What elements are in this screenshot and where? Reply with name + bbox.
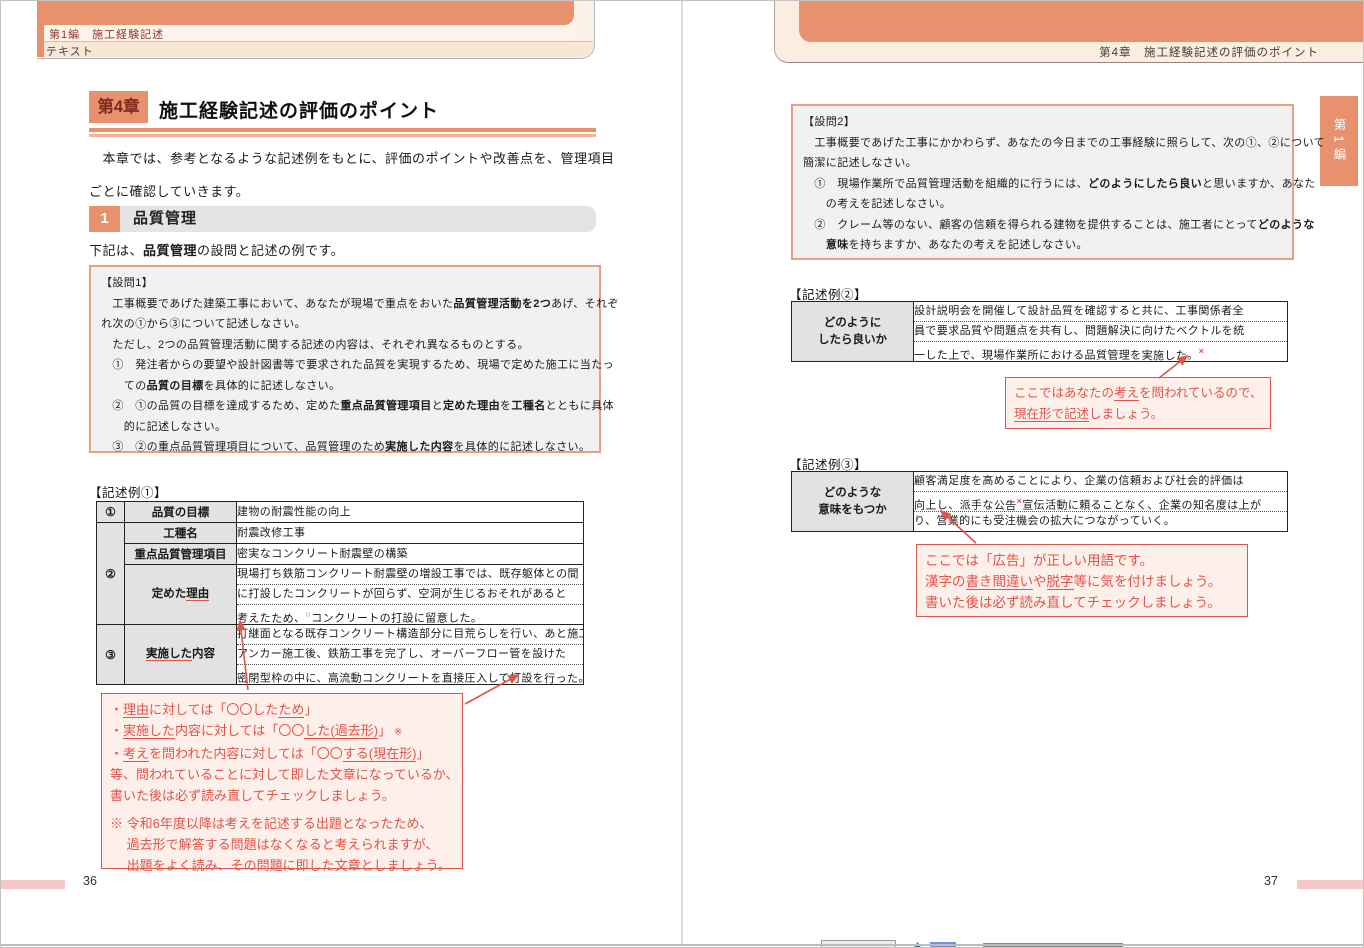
header-salmon-strip (37, 0, 44, 57)
page-gutter-divider (681, 1, 683, 945)
row-number: ③ (97, 625, 125, 685)
table-row: どのようにしたら良いか 設計説明会を開催して設計品質を確認すると共に、工事関係者… (792, 302, 1288, 362)
row-label: 定めた理由 (125, 565, 237, 625)
example1-heading: 【記述例①】 (89, 482, 167, 501)
running-header-part: 第1編 施工経験記述 (49, 26, 164, 42)
row-value: 密実なコンクリート耐震壁の構築 (237, 544, 584, 565)
left-running-header: 第1編 施工経験記述 テキスト (37, 0, 595, 59)
right-page: 第4章 施工経験記述の評価のポイント 第1編 【設問2】 工事概要であげた工事に… (683, 1, 1364, 948)
row-value: 顧客満足度を高めることにより、企業の信頼および社会的評価は向上し、派手な公告×宣… (914, 472, 1288, 532)
row-number: ① (97, 502, 125, 523)
row-number: ② (97, 523, 125, 625)
table-row: 重点品質管理項目 密実なコンクリート耐震壁の構築 (97, 544, 584, 565)
footer-pink-bar (1297, 880, 1364, 889)
section-title: 品質管理 (133, 206, 197, 232)
page-bottom-edge (1, 944, 1364, 946)
section-number: 1 (89, 206, 120, 232)
left-page: 第1編 施工経験記述 テキスト 第4章 施工経験記述の評価のポイント 本章では、… (1, 1, 683, 948)
row-label: 工種名 (125, 523, 237, 544)
row-value: 打継面となる既存コンクリート構造部分に目荒らしを行い、あと施工アンカー施工後、鉄… (237, 625, 584, 685)
row-value: 耐震改修工事 (237, 523, 584, 544)
advice-note-2: ここではあなたの考えを問われているので、現在形で記述しましょう。 (1005, 377, 1271, 429)
example1-table: ① 品質の目標 建物の耐震性能の向上 ② 工種名 耐震改修工事 重点品質管理項目… (96, 501, 584, 685)
chapter-title: 施工経験記述の評価のポイント (159, 96, 439, 123)
edition-side-tab: 第1編 (1320, 96, 1358, 186)
row-label: 重点品質管理項目 (125, 544, 237, 565)
page-number: 36 (83, 874, 97, 888)
advice-note-3: ここでは「広告」が正しい用語です。漢字の書き間違いや脱字等に気を付けましょう。書… (916, 544, 1248, 617)
example2-table: どのようにしたら良いか 設計説明会を開催して設計品質を確認すると共に、工事関係者… (791, 301, 1288, 362)
chapter-rule-top (89, 128, 596, 132)
question2-box: 【設問2】 工事概要であげた工事にかかわらず、あなたの今日までの工事経験に照らし… (791, 104, 1294, 260)
footer-pink-bar (1, 880, 65, 889)
running-header-title: 第4章 施工経験記述の評価のポイント (1099, 44, 1319, 60)
page-number: 37 (1264, 874, 1278, 888)
header-band2 (44, 42, 593, 57)
right-running-header: 第4章 施工経験記述の評価のポイント (774, 0, 1364, 63)
table-row: ① 品質の目標 建物の耐震性能の向上 (97, 502, 584, 523)
header-salmon-bar (799, 0, 1364, 42)
table-row: どのような意味をもつか 顧客満足度を高めることにより、企業の信頼および社会的評価… (792, 472, 1288, 532)
row-label: 実施した内容 (125, 625, 237, 685)
section-lead: 下記は、品質管理の設問と記述の例です。 (89, 241, 344, 261)
header-salmon-bar (37, 0, 574, 25)
table-row: ② 工種名 耐震改修工事 (97, 523, 584, 544)
chapter-rule-bottom (89, 134, 596, 137)
row-label: 品質の目標 (125, 502, 237, 523)
question1-box: 【設問1】 工事概要であげた建築工事において、あなたが現場で重点をおいた品質管理… (89, 265, 601, 453)
row-label: どのような意味をもつか (792, 472, 914, 532)
row-value: 設計説明会を開催して設計品質を確認すると共に、工事関係者全員で要求品質や問題点を… (914, 302, 1288, 362)
row-value: 現場打ち鉄筋コンクリート耐震壁の増設工事では、既存躯体との間に打設したコンクリー… (237, 565, 584, 625)
example3-table: どのような意味をもつか 顧客満足度を高めることにより、企業の信頼および社会的評価… (791, 471, 1288, 532)
advice-note-1: ・理由に対しては「〇〇したため」・実施した内容に対しては「〇〇した(過去形)」 … (101, 693, 463, 869)
chapter-number-badge: 第4章 (89, 91, 148, 123)
table-row: 定めた理由 現場打ち鉄筋コンクリート耐震壁の増設工事では、既存躯体との間に打設し… (97, 565, 584, 625)
row-value: 建物の耐震性能の向上 (237, 502, 584, 523)
row-label: どのようにしたら良いか (792, 302, 914, 362)
table-row: ③ 実施した内容 打継面となる既存コンクリート構造部分に目荒らしを行い、あと施工… (97, 625, 584, 685)
textbook-spread: 第1編 施工経験記述 テキスト 第4章 施工経験記述の評価のポイント 本章では、… (0, 0, 1364, 948)
chapter-intro: 本章では、参考となるような記述例をもとに、評価のポイントや改善点を、管理項目ごと… (89, 142, 601, 208)
running-header-subtitle: テキスト (46, 43, 94, 59)
